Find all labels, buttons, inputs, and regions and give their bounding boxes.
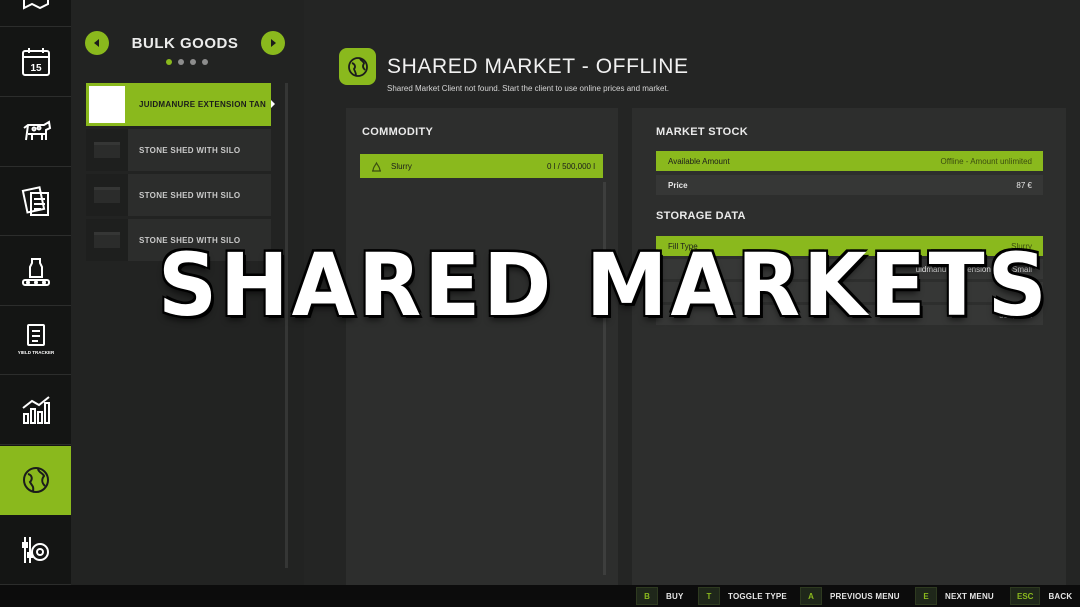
footer-bar: B BUY T TOGGLE TYPE A PREVIOUS MENU E NE… [0, 585, 1080, 607]
calendar-icon[interactable]: 15 [0, 28, 71, 97]
storage-item-label: STONE SHED WITH SILO [139, 190, 241, 200]
back-button[interactable]: ESC BACK [1010, 587, 1072, 605]
next-category-button[interactable] [260, 31, 285, 55]
next-menu-button[interactable]: E NEXT MENU [915, 587, 994, 605]
page-dot [166, 59, 172, 65]
page-dot [190, 59, 196, 65]
svg-text:YIELD TRACKER: YIELD TRACKER [18, 350, 54, 355]
price-row: Price 87 € [656, 175, 1043, 195]
market-stock-title: MARKET STOCK [656, 126, 749, 138]
menu-rail: 15 YIELD TRACKER [0, 0, 71, 585]
prev-category-button[interactable] [85, 31, 109, 55]
yield-tracker-icon[interactable]: YIELD TRACKER [0, 306, 71, 375]
svg-text:15: 15 [30, 63, 42, 74]
available-amount-row: Available Amount Offline - Amount unlimi… [656, 151, 1043, 171]
price-label: Price [668, 180, 688, 190]
statistics-icon[interactable] [0, 376, 71, 445]
button-label: PREVIOUS MENU [830, 591, 900, 601]
key-hint: B [636, 587, 658, 605]
page-dot [178, 59, 184, 65]
commodity-row[interactable]: Slurry 0 l / 500,000 l [360, 154, 603, 178]
category-header: BULK GOODS [85, 30, 285, 56]
settings-icon[interactable] [0, 516, 71, 585]
storage-item[interactable]: STONE SHED WITH SILO [86, 174, 271, 216]
available-amount-value: Offline - Amount unlimited [940, 156, 1032, 166]
page-dots [166, 59, 208, 65]
previous-menu-button[interactable]: A PREVIOUS MENU [800, 587, 900, 605]
storage-data-title: STORAGE DATA [656, 210, 746, 222]
storage-item[interactable]: STONE SHED WITH SILO [86, 129, 271, 171]
button-label: TOGGLE TYPE [728, 591, 787, 601]
commodity-panel [346, 108, 618, 585]
commodity-name: Slurry [391, 161, 412, 171]
button-label: BUY [666, 591, 684, 601]
production-icon[interactable] [0, 237, 71, 306]
storage-item-selected[interactable]: JUIDMANURE EXTENSION TAN [86, 83, 275, 126]
shared-market-icon[interactable] [0, 446, 71, 515]
price-value: 87 € [1016, 180, 1032, 190]
key-hint: E [915, 587, 937, 605]
toggle-type-button[interactable]: T TOGGLE TYPE [698, 587, 787, 605]
button-label: NEXT MENU [945, 591, 994, 601]
map-icon[interactable] [0, 0, 71, 27]
contracts-icon[interactable] [0, 167, 71, 236]
storage-item-label: JUIDMANURE EXTENSION TAN [139, 100, 267, 109]
animals-icon[interactable] [0, 98, 71, 167]
slurry-icon [372, 161, 381, 172]
storage-thumbnail [86, 174, 128, 216]
storage-item-label: STONE SHED WITH SILO [139, 145, 241, 155]
commodity-title: COMMODITY [362, 126, 434, 138]
storage-thumbnail [86, 83, 128, 126]
overlay-title: SHARED MARKETS [158, 236, 1050, 336]
storage-thumbnail [86, 129, 128, 171]
page-title: SHARED MARKET - OFFLINE [387, 55, 689, 78]
globe-icon [339, 48, 376, 85]
key-hint: T [698, 587, 720, 605]
key-hint: A [800, 587, 822, 605]
buy-button[interactable]: B BUY [636, 587, 684, 605]
commodity-amount: 0 l / 500,000 l [546, 161, 595, 171]
page-subtitle: Shared Market Client not found. Start th… [387, 84, 669, 93]
category-title: BULK GOODS [131, 34, 239, 52]
available-amount-label: Available Amount [668, 156, 730, 166]
storage-thumbnail [86, 219, 128, 261]
key-hint: ESC [1010, 587, 1041, 605]
page-dot [202, 59, 208, 65]
button-label: BACK [1048, 591, 1073, 601]
